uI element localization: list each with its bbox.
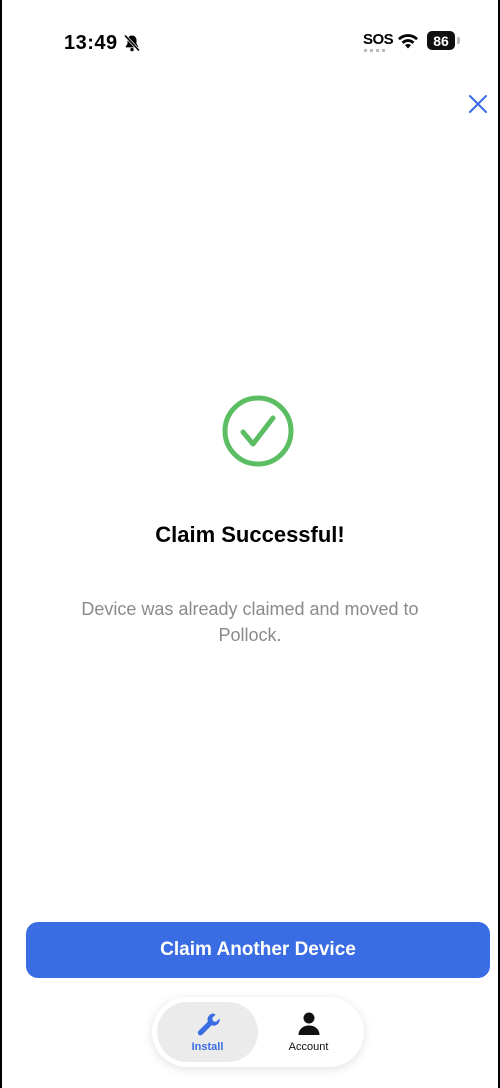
claim-another-device-button[interactable]: Claim Another Device: [26, 922, 490, 978]
check-circle-icon: [222, 395, 294, 467]
success-title: Claim Successful!: [155, 522, 345, 547]
close-button[interactable]: [464, 90, 492, 118]
person-icon: [298, 1012, 319, 1035]
tab-account-label: Account: [288, 1041, 329, 1053]
status-bar: 13:49 SOS 86: [2, 0, 498, 80]
signal-dots: [364, 49, 386, 52]
wrench-icon: [197, 1013, 220, 1036]
status-time: 13:49: [64, 32, 118, 54]
sos-indicator: SOS: [363, 31, 394, 48]
success-message: Device was already claimed and moved to …: [81, 599, 419, 645]
battery-icon: 86: [427, 31, 455, 50]
tab-bar: Install Account: [152, 997, 364, 1067]
close-icon: [469, 95, 487, 113]
battery-cap: [457, 37, 460, 44]
tab-install[interactable]: Install: [157, 1002, 258, 1062]
bell-slash-icon: [123, 34, 141, 52]
wifi-icon: [398, 34, 418, 49]
tab-account[interactable]: Account: [258, 1002, 359, 1062]
tab-install-label: Install: [191, 1041, 224, 1053]
